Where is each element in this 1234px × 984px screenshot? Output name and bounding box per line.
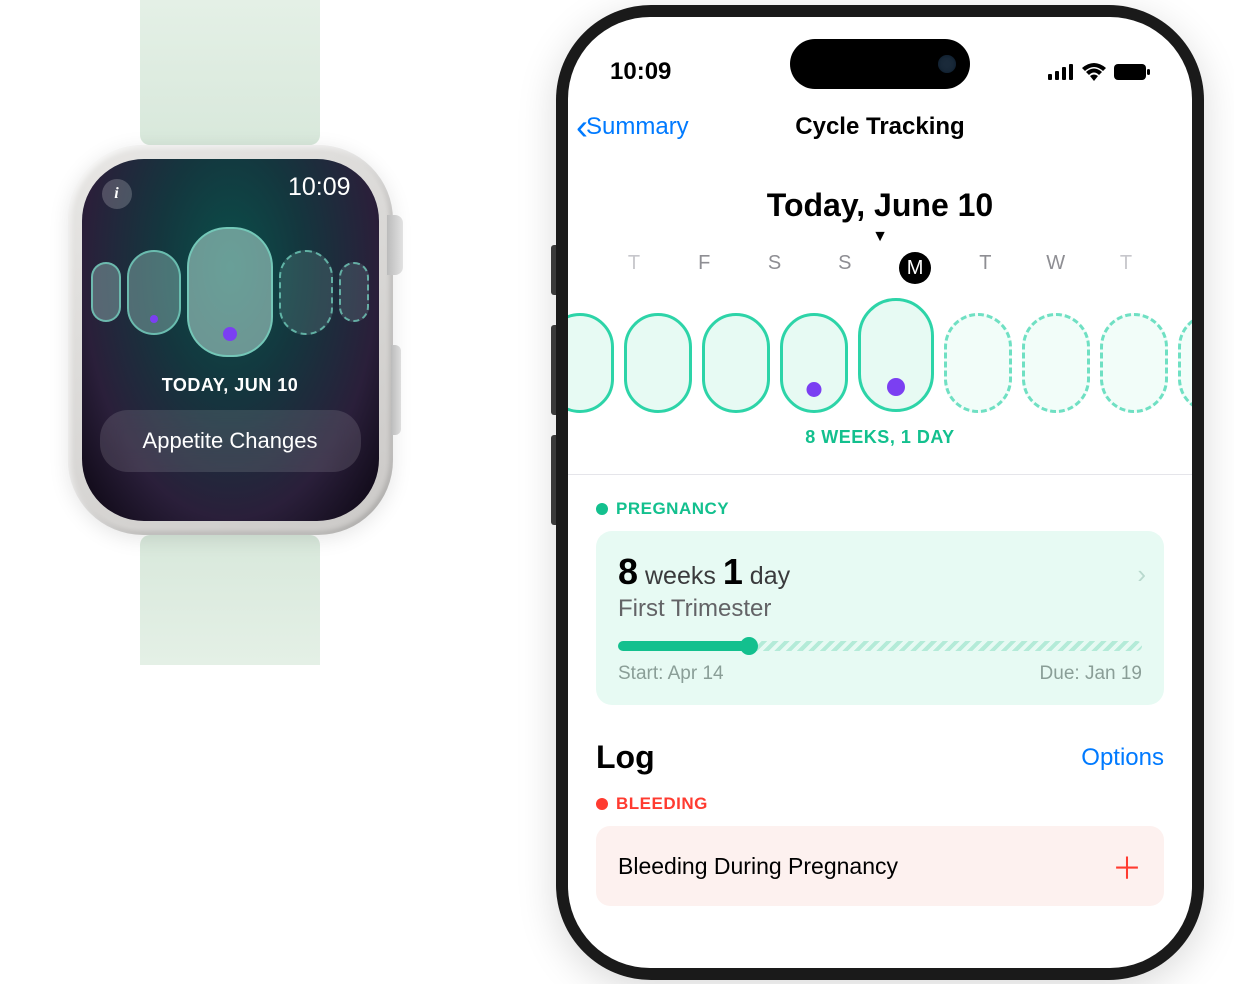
weekday-label: S bbox=[741, 252, 809, 284]
chevron-right-icon: › bbox=[1137, 559, 1146, 590]
week-day-row: T F S S M T W T bbox=[596, 252, 1164, 284]
cycle-day-pill-today[interactable] bbox=[858, 298, 934, 412]
log-header: Log Options bbox=[596, 739, 1164, 776]
iphone: 10:09 ‹ Summary Cycle Tracking Today, Ju… bbox=[556, 5, 1204, 980]
plus-icon[interactable]: ＋ bbox=[1112, 844, 1142, 888]
cycle-day-scroller[interactable] bbox=[568, 298, 1192, 413]
symptom-dot-icon bbox=[150, 315, 158, 323]
back-button[interactable]: ‹ Summary bbox=[576, 106, 689, 148]
iphone-screen: 10:09 ‹ Summary Cycle Tracking Today, Ju… bbox=[568, 17, 1192, 968]
weekday-label: T bbox=[600, 252, 668, 284]
watch-band-bottom bbox=[140, 535, 320, 665]
section-text: PREGNANCY bbox=[616, 499, 729, 519]
pregnancy-duration: 8 weeks 1 day bbox=[618, 551, 1142, 593]
info-icon[interactable]: i bbox=[102, 179, 132, 209]
back-label: Summary bbox=[586, 113, 689, 141]
bullet-icon bbox=[596, 798, 608, 810]
navigation-bar: ‹ Summary Cycle Tracking bbox=[568, 97, 1192, 157]
cycle-day-pill-future[interactable] bbox=[279, 250, 333, 335]
watch-band-top bbox=[140, 0, 320, 145]
weekday-label: T bbox=[951, 252, 1019, 284]
gestation-label: 8 WEEKS, 1 DAY bbox=[596, 427, 1164, 448]
status-icons bbox=[1048, 63, 1150, 81]
cycle-day-pill[interactable] bbox=[127, 250, 181, 335]
watch-time: 10:09 bbox=[288, 173, 351, 202]
digital-crown[interactable] bbox=[387, 215, 403, 275]
cycle-day-pill[interactable] bbox=[568, 313, 614, 413]
statusbar-time: 10:09 bbox=[610, 58, 671, 86]
cycle-day-pill[interactable] bbox=[702, 313, 770, 413]
log-item-label: Bleeding During Pregnancy bbox=[618, 853, 898, 880]
watch-case: i 10:09 TODAY, JUN 10 Appetite Changes bbox=[68, 145, 393, 535]
symptom-dot-icon bbox=[807, 382, 822, 397]
progress-fill bbox=[618, 641, 749, 651]
dynamic-island[interactable] bbox=[790, 39, 970, 89]
ringer-switch[interactable] bbox=[551, 245, 556, 295]
date-heading: Today, June 10 bbox=[596, 187, 1164, 224]
pregnancy-progress-bar bbox=[618, 641, 1142, 651]
progress-knob-icon bbox=[740, 637, 758, 655]
volume-down-button[interactable] bbox=[551, 435, 556, 525]
side-button[interactable] bbox=[391, 345, 401, 435]
watch-symptom-pill[interactable]: Appetite Changes bbox=[100, 410, 361, 472]
section-text: BLEEDING bbox=[616, 794, 708, 814]
nav-title: Cycle Tracking bbox=[795, 113, 964, 141]
cycle-day-pill-future[interactable] bbox=[944, 313, 1012, 413]
pregnancy-section-label: PREGNANCY bbox=[596, 499, 1164, 519]
apple-watch: i 10:09 TODAY, JUN 10 Appetite Changes bbox=[40, 0, 420, 700]
symptom-dot-icon bbox=[887, 378, 905, 396]
cycle-day-pill-future[interactable] bbox=[1022, 313, 1090, 413]
cycle-day-pill-future[interactable] bbox=[1100, 313, 1168, 413]
wifi-icon bbox=[1082, 63, 1106, 81]
watch-date-label: TODAY, JUN 10 bbox=[100, 375, 361, 396]
section-divider bbox=[568, 474, 1192, 475]
weekday-label-today: M bbox=[881, 252, 949, 284]
today-marker-icon: ▼ bbox=[596, 228, 1164, 246]
options-button[interactable]: Options bbox=[1081, 744, 1164, 772]
pregnancy-dates: Start: Apr 14 Due: Jan 19 bbox=[618, 663, 1142, 685]
weekday-label: S bbox=[811, 252, 879, 284]
cellular-icon bbox=[1048, 64, 1074, 80]
due-date-label: Due: Jan 19 bbox=[1040, 663, 1142, 685]
trimester-label: First Trimester bbox=[618, 595, 1142, 623]
log-title: Log bbox=[596, 739, 655, 776]
weekday-label: F bbox=[670, 252, 738, 284]
battery-icon bbox=[1114, 64, 1150, 80]
volume-up-button[interactable] bbox=[551, 325, 556, 415]
watch-screen: i 10:09 TODAY, JUN 10 Appetite Changes bbox=[82, 159, 379, 521]
cycle-day-pill[interactable] bbox=[624, 313, 692, 413]
weekday-label: W bbox=[1022, 252, 1090, 284]
pregnancy-card[interactable]: › 8 weeks 1 day First Trimester Start: A… bbox=[596, 531, 1164, 705]
bleeding-section-label: BLEEDING bbox=[596, 794, 1164, 814]
symptom-dot-icon bbox=[223, 327, 237, 341]
cycle-day-pill-today[interactable] bbox=[187, 227, 273, 357]
cycle-day-pill[interactable] bbox=[91, 262, 121, 322]
cycle-day-pill-future[interactable] bbox=[1178, 313, 1192, 413]
start-date-label: Start: Apr 14 bbox=[618, 663, 724, 685]
weekday-label: T bbox=[1092, 252, 1160, 284]
cycle-day-pill[interactable] bbox=[780, 313, 848, 413]
watch-cycle-scroller[interactable] bbox=[100, 227, 361, 357]
camera-icon bbox=[938, 55, 956, 73]
cycle-day-pill-future[interactable] bbox=[339, 262, 369, 322]
log-item-bleeding[interactable]: Bleeding During Pregnancy ＋ bbox=[596, 826, 1164, 906]
bullet-icon bbox=[596, 503, 608, 515]
